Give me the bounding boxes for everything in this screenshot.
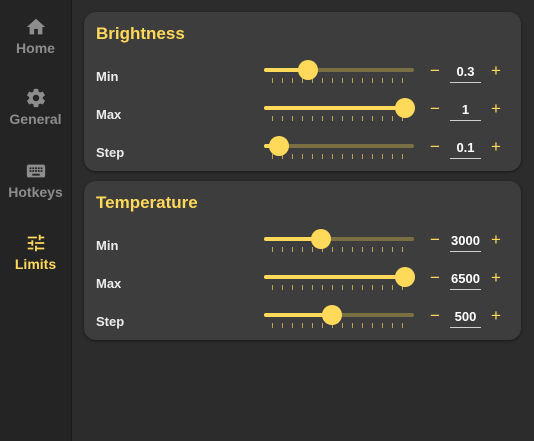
- nav-item-hotkeys[interactable]: Hotkeys: [0, 160, 71, 220]
- temperature-card: Temperature Min − 3000 + Max − 6500 + St…: [84, 181, 521, 340]
- brightness-step-slider[interactable]: [264, 133, 414, 171]
- slider-thumb[interactable]: [269, 136, 289, 156]
- slider-track: [264, 275, 414, 279]
- brightness-card: Brightness Min − 0.3 + Max − 1 + Step − …: [84, 12, 521, 171]
- slider-ticks: [272, 116, 406, 121]
- nav-label-home: Home: [16, 40, 55, 56]
- brightness-min-decrement-button[interactable]: −: [427, 61, 443, 81]
- brightness-max-increment-button[interactable]: +: [488, 99, 504, 119]
- slider-ticks: [272, 78, 406, 83]
- gear-icon: [25, 87, 47, 109]
- nav-label-hotkeys: Hotkeys: [8, 184, 63, 200]
- brightness-min-row: Min − 0.3 +: [84, 57, 521, 95]
- keyboard-icon: [25, 160, 47, 182]
- brightness-min-increment-button[interactable]: +: [488, 61, 504, 81]
- brightness-max-value-field[interactable]: 1: [450, 100, 481, 121]
- temperature-max-value-field[interactable]: 6500: [450, 269, 481, 290]
- brightness-step-row: Step − 0.1 +: [84, 133, 521, 171]
- slider-ticks: [272, 323, 406, 328]
- home-icon: [25, 16, 47, 38]
- nav-item-limits[interactable]: Limits: [0, 232, 71, 292]
- brightness-step-label: Step: [96, 145, 125, 160]
- brightness-step-decrement-button[interactable]: −: [427, 137, 443, 157]
- temperature-max-label: Max: [96, 276, 122, 291]
- slider-ticks: [272, 154, 406, 159]
- nav-label-general: General: [9, 111, 62, 127]
- temperature-step-row: Step − 500 +: [84, 302, 521, 340]
- sidebar: Home General Hotkeys Limits: [0, 0, 72, 441]
- temperature-step-label: Step: [96, 314, 125, 329]
- brightness-title: Brightness: [96, 24, 185, 43]
- temperature-step-slider[interactable]: [264, 302, 414, 340]
- temperature-max-slider[interactable]: [264, 264, 415, 302]
- temperature-min-value-field[interactable]: 3000: [450, 231, 481, 252]
- temperature-title: Temperature: [96, 193, 198, 212]
- temperature-max-increment-button[interactable]: +: [488, 268, 504, 288]
- brightness-step-increment-button[interactable]: +: [488, 137, 504, 157]
- slider-fill: [264, 106, 405, 110]
- temperature-max-row: Max − 6500 +: [84, 264, 521, 302]
- nav-item-home[interactable]: Home: [0, 16, 71, 76]
- brightness-max-label: Max: [96, 107, 122, 122]
- slider-thumb[interactable]: [395, 98, 415, 118]
- slider-track: [264, 68, 414, 72]
- slider-thumb[interactable]: [298, 60, 318, 80]
- brightness-max-row: Max − 1 +: [84, 95, 521, 133]
- brightness-min-label: Min: [96, 69, 119, 84]
- temperature-min-increment-button[interactable]: +: [488, 230, 504, 250]
- temperature-min-label: Min: [96, 238, 119, 253]
- brightness-max-slider[interactable]: [264, 95, 415, 133]
- brightness-max-decrement-button[interactable]: −: [427, 99, 443, 119]
- slider-track: [264, 237, 414, 241]
- brightness-min-slider[interactable]: [264, 57, 414, 95]
- temperature-step-increment-button[interactable]: +: [488, 306, 504, 326]
- slider-thumb[interactable]: [395, 267, 415, 287]
- slider-fill: [264, 275, 405, 279]
- brightness-min-value-field[interactable]: 0.3: [450, 62, 481, 83]
- nav-label-limits: Limits: [14, 256, 57, 272]
- temperature-min-row: Min − 3000 +: [84, 226, 521, 264]
- nav-item-general[interactable]: General: [0, 87, 71, 147]
- slider-thumb[interactable]: [311, 229, 331, 249]
- temperature-min-decrement-button[interactable]: −: [427, 230, 443, 250]
- slider-thumb[interactable]: [322, 305, 342, 325]
- temperature-min-slider[interactable]: [264, 226, 414, 264]
- slider-ticks: [272, 247, 406, 252]
- sliders-icon: [25, 232, 47, 254]
- temperature-step-value-field[interactable]: 500: [450, 307, 481, 328]
- brightness-step-value-field[interactable]: 0.1: [450, 138, 481, 159]
- temperature-step-decrement-button[interactable]: −: [427, 306, 443, 326]
- slider-ticks: [272, 285, 406, 290]
- slider-track: [264, 106, 414, 110]
- temperature-max-decrement-button[interactable]: −: [427, 268, 443, 288]
